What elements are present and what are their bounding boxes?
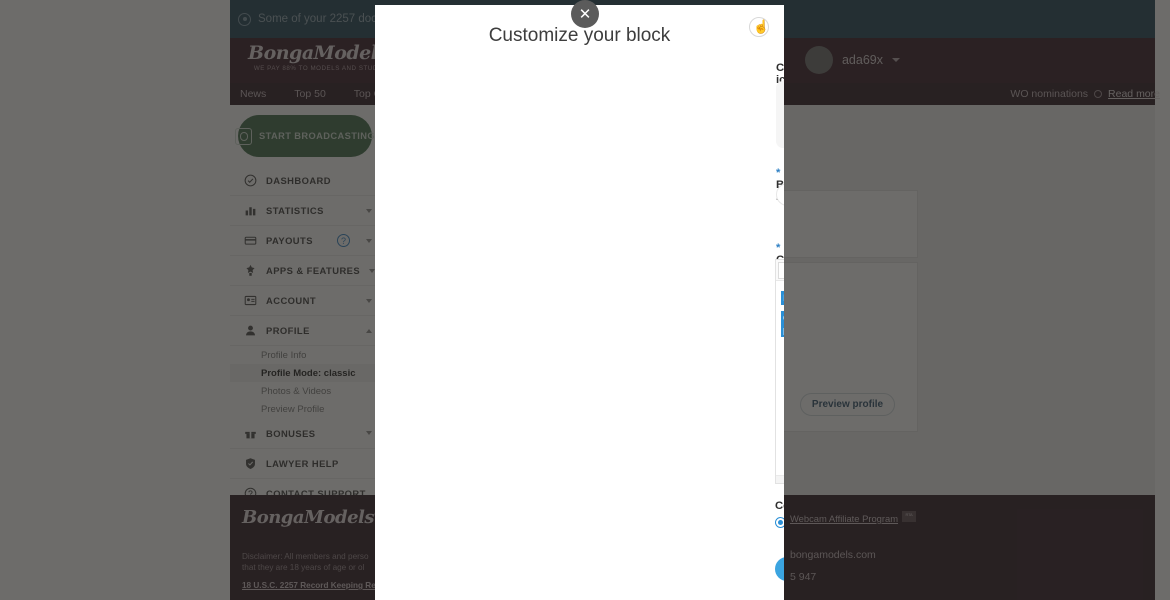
headphones-icon[interactable]: 🎧	[783, 106, 784, 125]
screen-root: Some of your 2257 documents BongaModelsʕ…	[0, 0, 1170, 600]
customize-block-modal: Customize your block Choose icon 🏆 🍺 🔔 ✓…	[375, 5, 784, 600]
required-marker: *	[776, 167, 781, 179]
editor-resize-handle[interactable]	[776, 475, 784, 483]
icon-grid: 🏆 🍺 🔔 ✓ ◉ 🕑 ☕ 🎁 📋 📁 🎧 🎈 🖼 ℹ ⛄ 💬 ⚡ 📷 ★	[783, 87, 784, 143]
radio-left-column[interactable]: Left column	[775, 516, 784, 528]
column-label: Column	[775, 500, 784, 512]
icon-picker-panel: 🏆 🍺 🔔 ✓ ◉ 🕑 ☕ 🎁 📋 📁 🎧 🎈 🖼 ℹ ⛄ 💬 ⚡ 📷 ★	[776, 81, 784, 148]
modal-title: Customize your block	[488, 25, 671, 46]
editor-line: Culoarea predominanta va fi rosu si vom …	[781, 311, 784, 337]
bold-button[interactable]: B	[778, 261, 784, 279]
save-block-button[interactable]: Save Block	[775, 557, 784, 581]
editor-line: In acest tutorial vom edita pagina de pr…	[781, 291, 784, 305]
smiley-icon[interactable]: ☺	[783, 124, 784, 143]
editor-toolbar: B I U 13 A	[776, 260, 784, 281]
close-icon[interactable]: ✕	[571, 0, 599, 28]
editor-body[interactable]: In acest tutorial vom edita pagina de pr…	[776, 281, 784, 350]
required-marker: *	[776, 242, 781, 254]
trophy-icon[interactable]: 🏆	[783, 87, 784, 106]
rich-text-editor: B I U 13 A	[775, 259, 784, 484]
column-radio-group: Left column Centre column Right column	[775, 516, 784, 528]
radio-dot-selected-icon	[775, 516, 784, 528]
cursor-pointer-icon: ☝	[753, 19, 770, 34]
format-group: B I U	[778, 261, 784, 279]
